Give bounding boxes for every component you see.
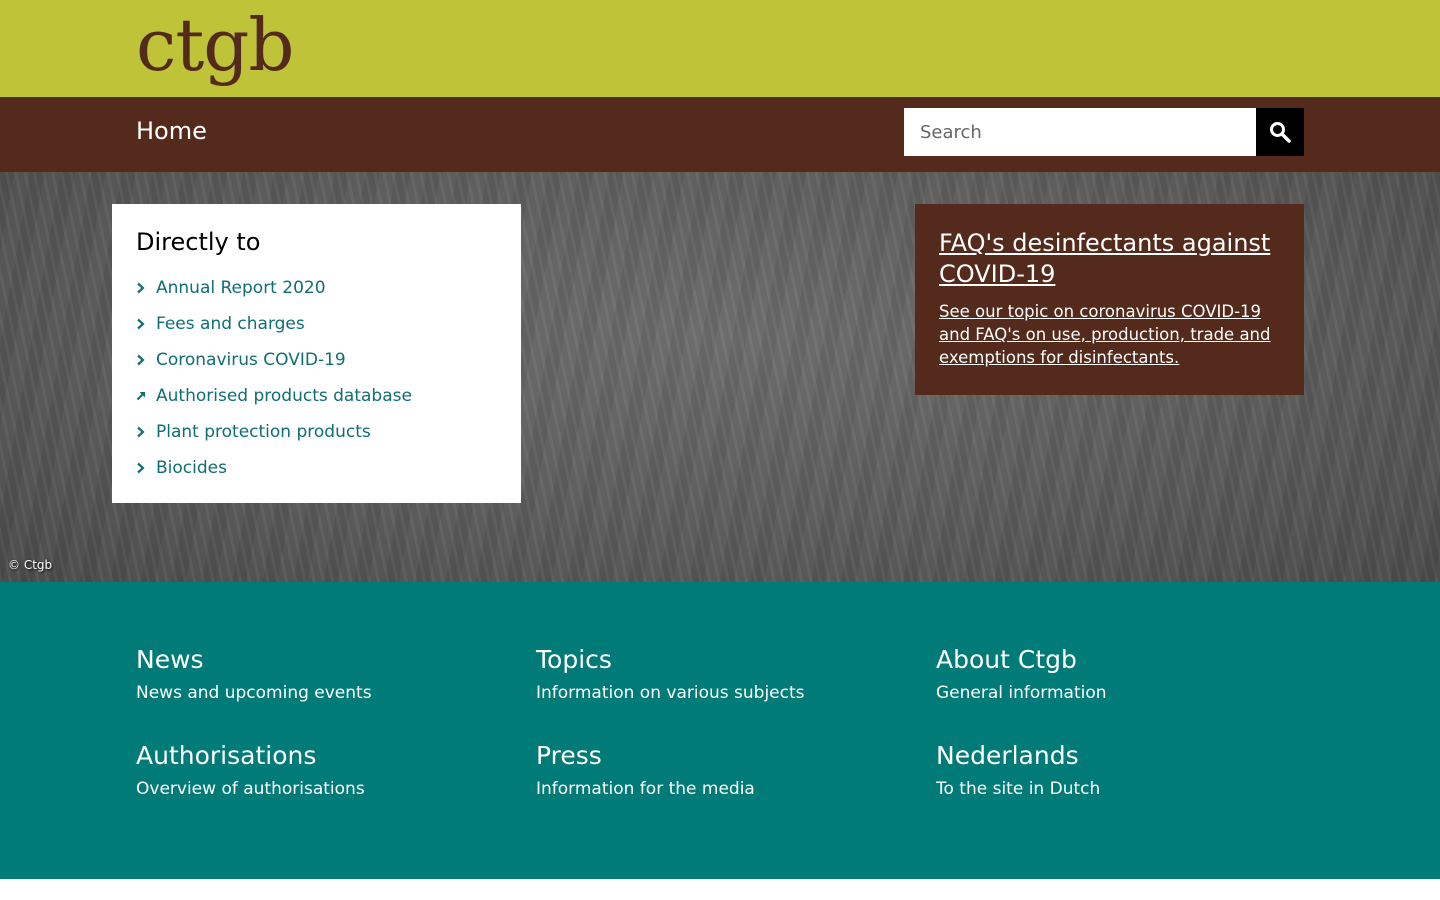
footer-item-nederlands: Nederlands To the site in Dutch: [936, 740, 1316, 800]
nav-home-link[interactable]: Home: [136, 117, 207, 145]
search-icon: [1270, 122, 1291, 143]
faq-description-link[interactable]: See our topic on coronavirus COVID-19 an…: [939, 300, 1280, 369]
footer-section: News News and upcoming events Topics Inf…: [0, 582, 1440, 879]
link-annual-report-2020[interactable]: Annual Report 2020: [156, 278, 326, 298]
footer-item-topics: Topics Information on various subjects: [536, 644, 916, 704]
chevron-right-icon: [136, 354, 156, 366]
search-button[interactable]: [1256, 108, 1304, 156]
search-input[interactable]: [904, 108, 1256, 156]
footer-topics-link[interactable]: Topics: [536, 644, 916, 676]
footer-about-desc: General information: [936, 683, 1107, 703]
footer-authorisations-desc: Overview of authorisations: [136, 779, 365, 799]
faq-title-link[interactable]: FAQ's desinfectants against COVID-19: [939, 228, 1280, 290]
chevron-right-icon: [136, 282, 156, 294]
link-biocides[interactable]: Biocides: [156, 458, 227, 478]
directly-to-panel: Directly to Annual Report 2020 Fees and …: [112, 204, 521, 503]
footer-news-link[interactable]: News: [136, 644, 516, 676]
chevron-right-icon: [136, 426, 156, 438]
list-item[interactable]: Biocides: [136, 450, 497, 486]
footer-item-press: Press Information for the media: [536, 740, 916, 800]
chevron-right-icon: [136, 462, 156, 474]
footer-press-desc: Information for the media: [536, 779, 755, 799]
main-navbar: Home: [0, 97, 1440, 172]
link-fees-and-charges[interactable]: Fees and charges: [156, 314, 305, 334]
photo-credit: © Ctgb: [8, 558, 53, 572]
footer-topics-desc: Information on various subjects: [536, 683, 805, 703]
list-item[interactable]: Annual Report 2020: [136, 270, 497, 306]
footer-news-desc: News and upcoming events: [136, 683, 372, 703]
list-item[interactable]: Plant protection products: [136, 414, 497, 450]
list-item[interactable]: Authorised products database: [136, 378, 497, 414]
footer-press-link[interactable]: Press: [536, 740, 916, 772]
link-coronavirus-covid-19[interactable]: Coronavirus COVID-19: [156, 350, 346, 370]
footer-about-link[interactable]: About Ctgb: [936, 644, 1316, 676]
footer-item-news: News News and upcoming events: [136, 644, 516, 704]
link-plant-protection-products[interactable]: Plant protection products: [156, 422, 371, 442]
footer-nederlands-desc: To the site in Dutch: [936, 779, 1101, 799]
header-banner: ctgb: [0, 0, 1440, 97]
footer-authorisations-link[interactable]: Authorisations: [136, 740, 516, 772]
ctgb-logo[interactable]: ctgb: [136, 0, 294, 90]
faq-promo-panel: FAQ's desinfectants against COVID-19 See…: [915, 204, 1304, 395]
chevron-right-icon: [136, 318, 156, 330]
list-item[interactable]: Coronavirus COVID-19: [136, 342, 497, 378]
directly-to-title: Directly to: [136, 228, 261, 256]
link-authorised-products-database[interactable]: Authorised products database: [156, 386, 412, 406]
list-item[interactable]: Fees and charges: [136, 306, 497, 342]
footer-nederlands-link[interactable]: Nederlands: [936, 740, 1316, 772]
external-link-icon: [136, 391, 156, 401]
footer-item-authorisations: Authorisations Overview of authorisation…: [136, 740, 516, 800]
footer-item-about: About Ctgb General information: [936, 644, 1316, 704]
hero-section: Directly to Annual Report 2020 Fees and …: [0, 172, 1440, 582]
directly-to-list: Annual Report 2020 Fees and charges Coro…: [136, 270, 497, 486]
